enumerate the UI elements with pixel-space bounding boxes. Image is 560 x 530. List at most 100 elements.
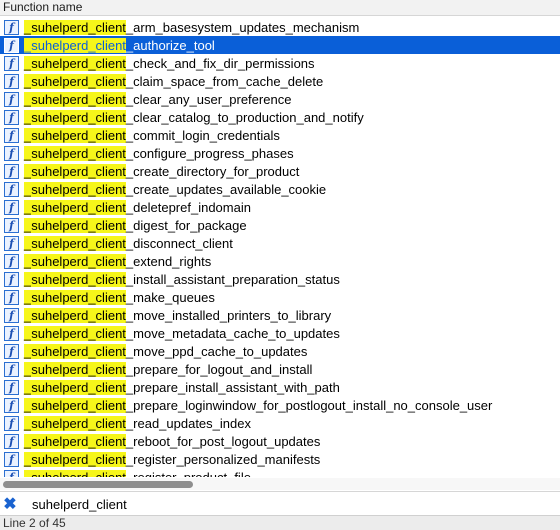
function-name: _suhelperd_client_move_ppd_cache_to_upda… bbox=[24, 343, 308, 359]
function-name-suffix: _check_and_fix_dir_permissions bbox=[125, 55, 315, 71]
function-list-row[interactable]: f _suhelperd_client_commit_login_credenti… bbox=[0, 126, 560, 144]
function-list-row[interactable]: f _suhelperd_client_prepare_loginwindow_f… bbox=[0, 396, 560, 414]
function-icon: f bbox=[4, 343, 19, 359]
function-name: _suhelperd_client_create_updates_availab… bbox=[24, 181, 326, 197]
function-name-suffix: _digest_for_package bbox=[125, 217, 247, 233]
status-bar: Line 2 of 45 bbox=[0, 515, 560, 530]
function-name-suffix: _extend_rights bbox=[125, 253, 212, 269]
function-name-suffix: _prepare_install_assistant_with_path bbox=[125, 379, 340, 395]
function-icon: f bbox=[4, 469, 19, 477]
search-input[interactable] bbox=[30, 495, 534, 513]
function-name-match-highlight: suhelperd_client bbox=[31, 379, 126, 395]
function-name-match-highlight: suhelperd_client bbox=[31, 127, 126, 143]
function-name: _suhelperd_client_extend_rights bbox=[24, 253, 212, 269]
function-name: _suhelperd_client_configure_progress_pha… bbox=[24, 145, 294, 161]
function-list-row[interactable]: f _suhelperd_client_create_updates_availa… bbox=[0, 180, 560, 198]
function-name-suffix: _disconnect_client bbox=[125, 235, 233, 251]
search-bar: ✖ bbox=[0, 491, 560, 516]
function-list-row[interactable]: f _suhelperd_client_prepare_for_logout_an… bbox=[0, 360, 560, 378]
function-name: _suhelperd_client_prepare_loginwindow_fo… bbox=[24, 397, 492, 413]
function-name-match-highlight: suhelperd_client bbox=[31, 37, 126, 53]
function-name: _suhelperd_client_move_metadata_cache_to… bbox=[24, 325, 340, 341]
function-name-match-highlight: suhelperd_client bbox=[31, 289, 126, 305]
function-list-row[interactable]: f _suhelperd_client_clear_any_user_prefer… bbox=[0, 90, 560, 108]
function-name-suffix: _make_queues bbox=[125, 289, 215, 305]
function-name-match-highlight: suhelperd_client bbox=[31, 415, 126, 431]
function-name-suffix: _deletepref_indomain bbox=[125, 199, 251, 215]
function-icon: f bbox=[4, 235, 19, 251]
function-name-match-highlight: suhelperd_client bbox=[31, 307, 126, 323]
function-name-suffix: _commit_login_credentials bbox=[125, 127, 280, 143]
function-name-suffix: _move_metadata_cache_to_updates bbox=[125, 325, 340, 341]
function-list-row[interactable]: f _suhelperd_client_extend_rights bbox=[0, 252, 560, 270]
function-name: _suhelperd_client_disconnect_client bbox=[24, 235, 233, 251]
function-name-suffix: _authorize_tool bbox=[125, 37, 215, 53]
function-icon: f bbox=[4, 37, 19, 53]
function-list-row[interactable]: f _suhelperd_client_reboot_for_post_logou… bbox=[0, 432, 560, 450]
function-list-row[interactable]: f _suhelperd_client_read_updates_index bbox=[0, 414, 560, 432]
function-icon: f bbox=[4, 55, 19, 71]
function-name-match-highlight: suhelperd_client bbox=[31, 361, 126, 377]
function-name-match-highlight: suhelperd_client bbox=[31, 217, 126, 233]
function-name-suffix: _clear_any_user_preference bbox=[125, 91, 292, 107]
function-list-row[interactable]: f _suhelperd_client_register_personalized… bbox=[0, 450, 560, 468]
function-name-match-highlight: suhelperd_client bbox=[31, 235, 126, 251]
function-name-suffix: _clear_catalog_to_production_and_notify bbox=[125, 109, 364, 125]
horizontal-scrollbar[interactable] bbox=[0, 478, 560, 490]
function-icon: f bbox=[4, 73, 19, 89]
function-name-suffix: _configure_progress_phases bbox=[125, 145, 294, 161]
function-name: _suhelperd_client_prepare_for_logout_and… bbox=[24, 361, 312, 377]
function-icon: f bbox=[4, 451, 19, 467]
function-list-row[interactable]: f _suhelperd_client_disconnect_client bbox=[0, 234, 560, 252]
function-name-match-highlight: suhelperd_client bbox=[31, 73, 126, 89]
function-name-match-highlight: suhelperd_client bbox=[31, 91, 126, 107]
function-list-row[interactable]: f _suhelperd_client_authorize_tool bbox=[0, 36, 560, 54]
function-name-match-highlight: suhelperd_client bbox=[31, 469, 126, 477]
function-list-row[interactable]: f _suhelperd_client_arm_basesystem_update… bbox=[0, 18, 560, 36]
function-list-row[interactable]: f _suhelperd_client_clear_catalog_to_prod… bbox=[0, 108, 560, 126]
function-list-row[interactable]: f _suhelperd_client_check_and_fix_dir_per… bbox=[0, 54, 560, 72]
column-header-label: Function name bbox=[3, 0, 83, 14]
function-icon: f bbox=[4, 271, 19, 287]
function-name-match-highlight: suhelperd_client bbox=[31, 55, 126, 71]
function-name-suffix: _arm_basesystem_updates_mechanism bbox=[125, 19, 360, 35]
horizontal-scrollbar-thumb[interactable] bbox=[3, 481, 193, 488]
function-name-suffix: _read_updates_index bbox=[125, 415, 251, 431]
function-list-row[interactable]: f _suhelperd_client_digest_for_package bbox=[0, 216, 560, 234]
function-name-match-highlight: suhelperd_client bbox=[31, 325, 126, 341]
function-icon: f bbox=[4, 163, 19, 179]
function-name: _suhelperd_client_create_directory_for_p… bbox=[24, 163, 300, 179]
function-list-row[interactable]: f _suhelperd_client_deletepref_indomain bbox=[0, 198, 560, 216]
function-name: _suhelperd_client_claim_space_from_cache… bbox=[24, 73, 323, 89]
function-name: _suhelperd_client_commit_login_credentia… bbox=[24, 127, 280, 143]
function-name-suffix: _move_ppd_cache_to_updates bbox=[125, 343, 308, 359]
function-icon: f bbox=[4, 415, 19, 431]
function-list-row[interactable]: f _suhelperd_client_make_queues bbox=[0, 288, 560, 306]
function-list[interactable]: f _suhelperd_client_arm_basesystem_update… bbox=[0, 17, 560, 477]
function-icon: f bbox=[4, 433, 19, 449]
function-name-match-highlight: suhelperd_client bbox=[31, 451, 126, 467]
function-name-match-highlight: suhelperd_client bbox=[31, 19, 126, 35]
function-list-row[interactable]: f _suhelperd_client_install_assistant_pre… bbox=[0, 270, 560, 288]
function-name-suffix: _create_directory_for_product bbox=[125, 163, 300, 179]
function-name: _suhelperd_client_authorize_tool bbox=[24, 37, 215, 53]
function-list-row[interactable]: f _suhelperd_client_move_metadata_cache_t… bbox=[0, 324, 560, 342]
function-list-row[interactable]: f _suhelperd_client_move_installed_printe… bbox=[0, 306, 560, 324]
function-icon: f bbox=[4, 181, 19, 197]
function-icon: f bbox=[4, 91, 19, 107]
function-list-row[interactable]: f _suhelperd_client_configure_progress_ph… bbox=[0, 144, 560, 162]
column-header-function-name[interactable]: Function name bbox=[0, 0, 560, 16]
function-name-match-highlight: suhelperd_client bbox=[31, 271, 126, 287]
function-name: _suhelperd_client_read_updates_index bbox=[24, 415, 251, 431]
function-list-row[interactable]: f _suhelperd_client_register_product_file bbox=[0, 468, 560, 477]
function-list-row[interactable]: f _suhelperd_client_prepare_install_assis… bbox=[0, 378, 560, 396]
function-list-row[interactable]: f _suhelperd_client_create_directory_for_… bbox=[0, 162, 560, 180]
clear-search-icon[interactable]: ✖ bbox=[2, 496, 18, 513]
function-icon: f bbox=[4, 127, 19, 143]
function-name-match-highlight: suhelperd_client bbox=[31, 397, 126, 413]
status-line-text: Line 2 of 45 bbox=[3, 516, 66, 530]
function-name: _suhelperd_client_make_queues bbox=[24, 289, 215, 305]
function-list-row[interactable]: f _suhelperd_client_move_ppd_cache_to_upd… bbox=[0, 342, 560, 360]
function-list-row[interactable]: f _suhelperd_client_claim_space_from_cach… bbox=[0, 72, 560, 90]
function-icon: f bbox=[4, 199, 19, 215]
